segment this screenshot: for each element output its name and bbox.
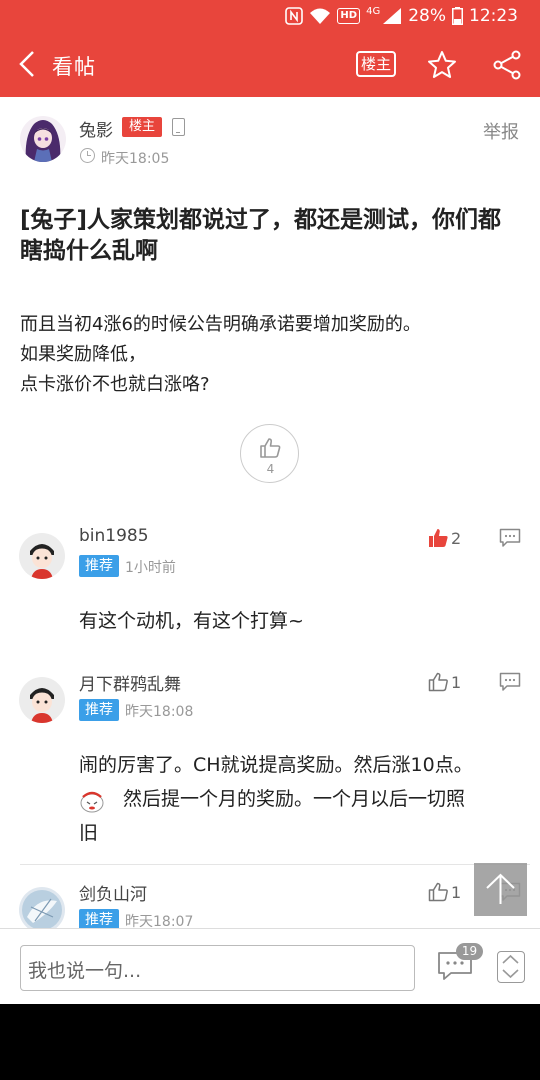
share-icon[interactable] — [492, 50, 522, 80]
comment-text-line: 闹的厉害了。CH就说提高奖励。然后涨10点。 — [79, 754, 473, 776]
battery-percent: 28% — [408, 6, 446, 26]
comment-count-badge: 19 — [456, 943, 483, 960]
favorite-star-icon[interactable] — [426, 49, 458, 81]
reply-input[interactable]: 我也说一句... — [20, 945, 415, 991]
comment-text: 闹的厉害了。CH就说提高奖励。然后涨10点。 然后提一个月的奖励。一个月以后一切… — [79, 748, 509, 850]
reply-icon[interactable] — [499, 672, 521, 692]
comment-like-count: 2 — [451, 529, 462, 548]
arrow-up-icon — [486, 873, 515, 904]
app-header: 看帖 楼主 — [0, 32, 540, 97]
comment-author-name[interactable]: 月下群鸦乱舞 — [79, 670, 181, 695]
chevron-up-down-icon — [502, 954, 519, 979]
page-jump-button[interactable] — [497, 951, 525, 983]
comment-text-line: 旧 — [79, 822, 99, 844]
comment-author-name[interactable]: 剑负山河 — [79, 880, 147, 905]
post-body-line: 而且当初4涨6的时候公告明确承诺要增加奖励的。 — [20, 314, 421, 335]
comment-avatar[interactable] — [19, 533, 65, 579]
comment-text-line: 然后提一个月的奖励。一个月以后一切照 — [123, 788, 466, 810]
post-body: 而且当初4涨6的时候公告明确承诺要增加奖励的。 如果奖励降低， 点卡涨价不也就白… — [20, 310, 520, 400]
comment-divider — [20, 864, 530, 865]
status-bar: HD 4G 28% 12:23 — [0, 0, 540, 32]
bottom-reply-bar: 我也说一句... 19 — [0, 928, 540, 1004]
recommend-tag: 推荐 — [79, 555, 119, 577]
comment-avatar[interactable] — [19, 887, 65, 933]
clock: 12:23 — [469, 6, 518, 26]
comment-avatar[interactable] — [19, 677, 65, 723]
comment-text-line-with-emoji: 然后提一个月的奖励。一个月以后一切照 — [79, 782, 509, 816]
report-button[interactable]: 举报 — [483, 118, 519, 144]
wifi-icon — [310, 8, 331, 24]
post-time: 昨天18:05 — [101, 151, 170, 167]
back-icon[interactable] — [14, 49, 44, 79]
scroll-to-top-button[interactable] — [474, 863, 527, 916]
comment-time: 1小时前 — [125, 560, 176, 576]
comment-author-name[interactable]: bin1985 — [79, 526, 149, 546]
battery-icon — [452, 7, 463, 25]
comment-like-count: 1 — [451, 883, 462, 902]
comment-time: 昨天18:08 — [125, 704, 194, 720]
comment-text-line: 有这个动机，有这个打算~ — [79, 610, 304, 632]
op-avatar[interactable] — [20, 116, 66, 162]
comment-text: 有这个动机，有这个打算~ — [79, 604, 509, 638]
post-body-line: 点卡涨价不也就白涨咯? — [20, 374, 210, 395]
post-like-button[interactable]: 4 — [240, 424, 299, 483]
op-badge: 楼主 — [122, 117, 162, 137]
post-body-line: 如果奖励降低， — [20, 344, 146, 365]
mobile-device-icon — [172, 118, 185, 136]
thumbs-up-filled-icon[interactable] — [428, 528, 448, 548]
page-title: 看帖 — [52, 55, 96, 79]
thumbs-up-icon — [260, 438, 281, 458]
op-only-button[interactable]: 楼主 — [356, 51, 396, 77]
clock-icon — [80, 148, 95, 163]
post-like-count: 4 — [266, 462, 275, 476]
post-title: [兔子]人家策划都说过了，都还是测试，你们都瞎捣什么乱啊 — [20, 207, 502, 264]
screen: HD 4G 28% 12:23 看帖 楼主 兔影 楼主 昨天18:05 举报 [… — [0, 0, 540, 1004]
hd-icon: HD — [337, 8, 361, 24]
op-author-name[interactable]: 兔影 — [79, 116, 113, 141]
thumbs-up-icon[interactable] — [428, 882, 448, 902]
thumbs-up-icon[interactable] — [428, 672, 448, 692]
comment-like-count: 1 — [451, 673, 462, 692]
network-type: 4G — [366, 5, 381, 17]
emoji-icon — [80, 791, 104, 813]
nfc-icon — [285, 7, 304, 25]
reply-icon[interactable] — [499, 528, 521, 548]
signal-icon — [383, 8, 402, 24]
recommend-tag: 推荐 — [79, 699, 119, 721]
